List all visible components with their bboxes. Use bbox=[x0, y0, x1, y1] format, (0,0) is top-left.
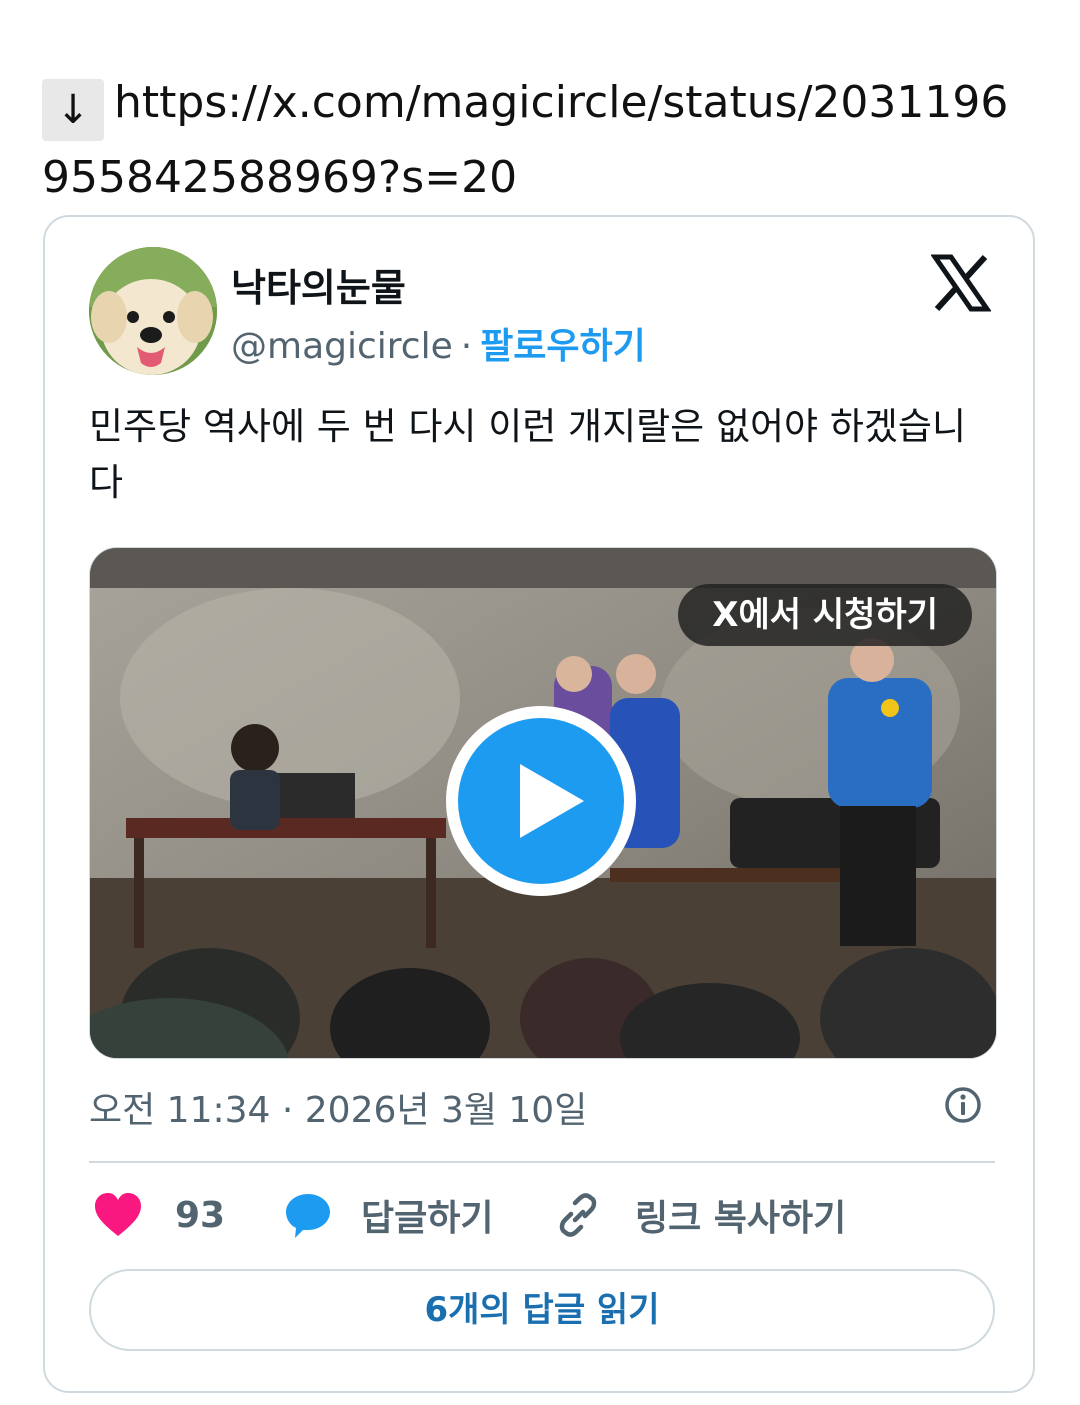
info-circle-glyph bbox=[945, 1087, 981, 1123]
copy-link-label: 링크 복사하기 bbox=[635, 1198, 847, 1239]
x-logo-glyph bbox=[930, 254, 992, 312]
play-triangle bbox=[520, 764, 584, 838]
info-icon[interactable] bbox=[943, 1085, 983, 1125]
avatar[interactable] bbox=[89, 247, 217, 375]
speech-bubble-icon bbox=[286, 1194, 330, 1238]
copy-link-button[interactable]: 링크 복사하기 bbox=[553, 1187, 846, 1243]
tweet-url-link[interactable]: https://x.com/magicircle/status/20311969… bbox=[42, 77, 1008, 203]
tweet-timestamp[interactable]: 오전 11:34 · 2026년 3월 10일 bbox=[89, 1081, 587, 1133]
divider bbox=[89, 1161, 995, 1163]
shared-url-line: ↓ https://x.com/magicircle/status/2031196… bbox=[42, 66, 1032, 215]
tweet-actions-bar: 93 답글하기 링크 복사하기 bbox=[89, 1187, 995, 1243]
x-logo-icon[interactable] bbox=[930, 253, 992, 313]
video-thumbnail[interactable]: X에서 시청하기 bbox=[89, 547, 997, 1059]
play-button[interactable] bbox=[446, 706, 636, 896]
puppy-avatar-image bbox=[89, 247, 217, 375]
handle-row: @magicircle · 팔로우하기 bbox=[231, 317, 646, 369]
reply-button[interactable]: 답글하기 bbox=[283, 1187, 493, 1243]
separator-dot: · bbox=[460, 326, 473, 367]
watch-on-x-button[interactable]: X에서 시청하기 bbox=[678, 584, 972, 646]
embedded-tweet-card: 낙타의눈물 @magicircle · 팔로우하기 민주당 역사에 두 번 다시 이… bbox=[43, 215, 1035, 1393]
display-name[interactable]: 낙타의눈물 bbox=[231, 257, 406, 312]
tweet-text: 민주당 역사에 두 번 다시 이런 개지랄은 없어야 하겠습니다 bbox=[89, 405, 967, 504]
like-button[interactable]: 93 bbox=[93, 1187, 225, 1243]
play-icon bbox=[458, 718, 624, 884]
reply-label: 답글하기 bbox=[361, 1198, 494, 1239]
like-count: 93 bbox=[175, 1194, 226, 1236]
link-icon bbox=[559, 1193, 597, 1237]
read-replies-button[interactable]: 6개의 답글 읽기 bbox=[89, 1269, 995, 1351]
user-handle[interactable]: @magicircle bbox=[231, 326, 453, 367]
heart-icon bbox=[95, 1193, 141, 1236]
follow-button[interactable]: 팔로우하기 bbox=[480, 326, 646, 367]
download-arrow-icon: ↓ bbox=[42, 79, 104, 141]
